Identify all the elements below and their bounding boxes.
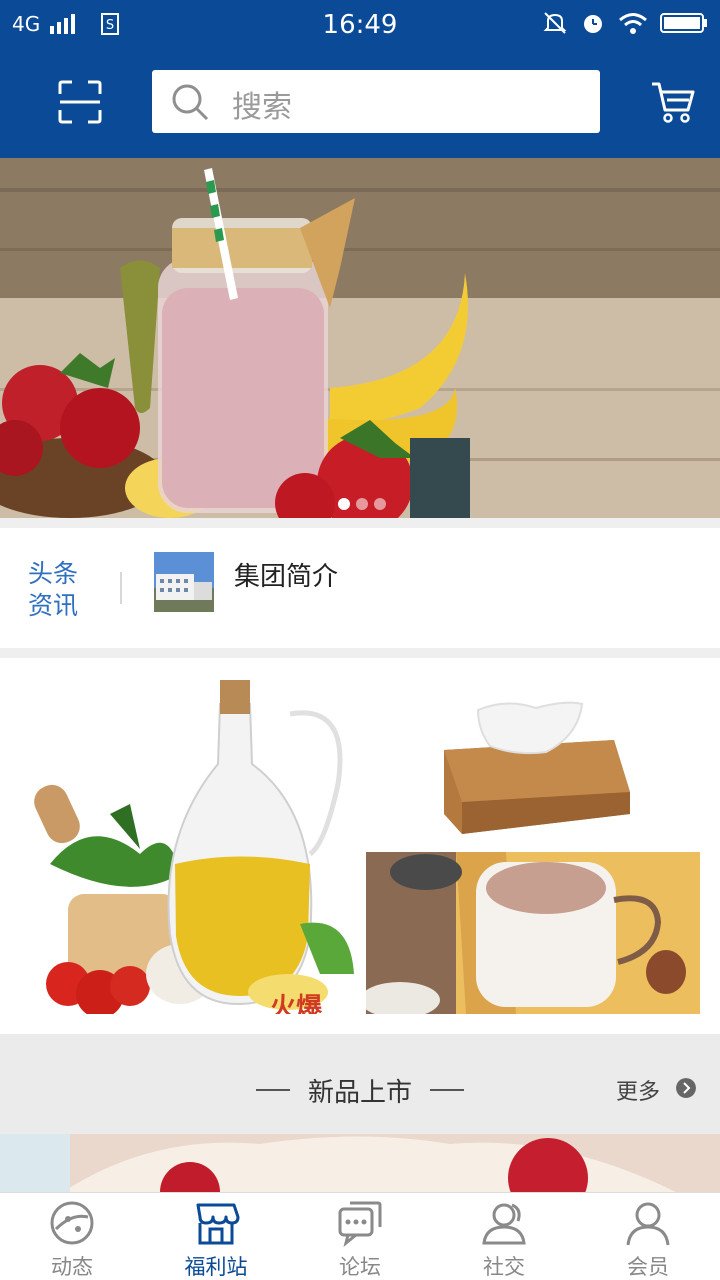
headline-title[interactable]: 集团简介 <box>234 556 338 593</box>
tab-label: 动态 <box>51 1255 93 1279</box>
people-icon <box>482 1203 526 1245</box>
tab-label: 社交 <box>483 1255 525 1279</box>
more-link[interactable]: 更多 <box>616 1074 660 1106</box>
title-rule-right <box>430 1089 464 1091</box>
battery-icon <box>660 13 707 33</box>
chevron-right-icon[interactable] <box>676 1078 696 1098</box>
tab-label: 论坛 <box>339 1255 381 1279</box>
tissue-box-image <box>444 701 630 834</box>
tab-label: 会员 <box>627 1255 669 1279</box>
wifi-icon <box>619 13 647 34</box>
svg-text:火爆: 火爆 <box>270 993 323 1014</box>
alarm-icon <box>584 15 602 33</box>
tab-dongtai[interactable]: 动态 <box>0 1193 144 1280</box>
banner-image <box>0 158 720 518</box>
mute-bell-icon <box>543 12 567 34</box>
carousel-dot[interactable] <box>374 498 386 510</box>
headline-label-line1: 头条 <box>28 559 79 588</box>
tab-label: 福利站 <box>184 1255 248 1279</box>
promo-grid: 火爆 <box>0 658 720 1034</box>
new-products-header: 新品上市 更多 <box>0 1034 720 1134</box>
cart-icon[interactable] <box>650 80 696 124</box>
status-bar: 4G S 16:49 <box>0 0 720 50</box>
section-title: 新品上市 <box>307 1078 412 1108</box>
search-placeholder: 搜索 <box>232 90 292 125</box>
tab-huiyuan[interactable]: 会员 <box>576 1193 720 1280</box>
headline-thumbnail <box>154 552 214 612</box>
store-icon <box>196 1203 240 1245</box>
bottom-tab-bar: 动态 福利站 论坛 社交 会员 <box>0 1192 720 1280</box>
search-icon <box>172 84 209 121</box>
product-photo <box>0 1134 720 1194</box>
carousel-indicator <box>338 498 386 510</box>
chat-icon <box>338 1201 382 1247</box>
planet-icon <box>50 1201 94 1245</box>
banner-carousel[interactable] <box>0 158 720 518</box>
carousel-dot[interactable] <box>356 498 368 510</box>
promo-milk-tea[interactable] <box>366 852 700 1014</box>
promo-oil[interactable]: 火爆 <box>20 674 354 1014</box>
scan-icon[interactable] <box>56 78 104 126</box>
search-input[interactable]: 搜索 <box>152 70 600 133</box>
milk-tea-image <box>366 852 700 1014</box>
user-icon <box>626 1202 670 1246</box>
divider <box>120 572 122 604</box>
promo-tissue[interactable] <box>366 674 700 848</box>
oil-bottle-image: 火爆 <box>34 680 354 1014</box>
tab-shejiao[interactable]: 社交 <box>432 1193 576 1280</box>
headline-news[interactable]: 头条 资讯 集团简介 <box>0 528 720 648</box>
headline-label: 头条 资讯 <box>28 558 88 622</box>
page: 4G S 16:49 搜索 头条 资讯 集团简介 火爆 新品上市 更多 动态 福… <box>0 0 720 1280</box>
tab-fulizhan[interactable]: 福利站 <box>144 1193 288 1280</box>
headline-label-line2: 资讯 <box>28 591 79 620</box>
carousel-dot[interactable] <box>338 498 350 510</box>
tab-luntan[interactable]: 论坛 <box>288 1193 432 1280</box>
new-product-image[interactable] <box>0 1134 720 1194</box>
app-header: 搜索 <box>0 50 720 158</box>
